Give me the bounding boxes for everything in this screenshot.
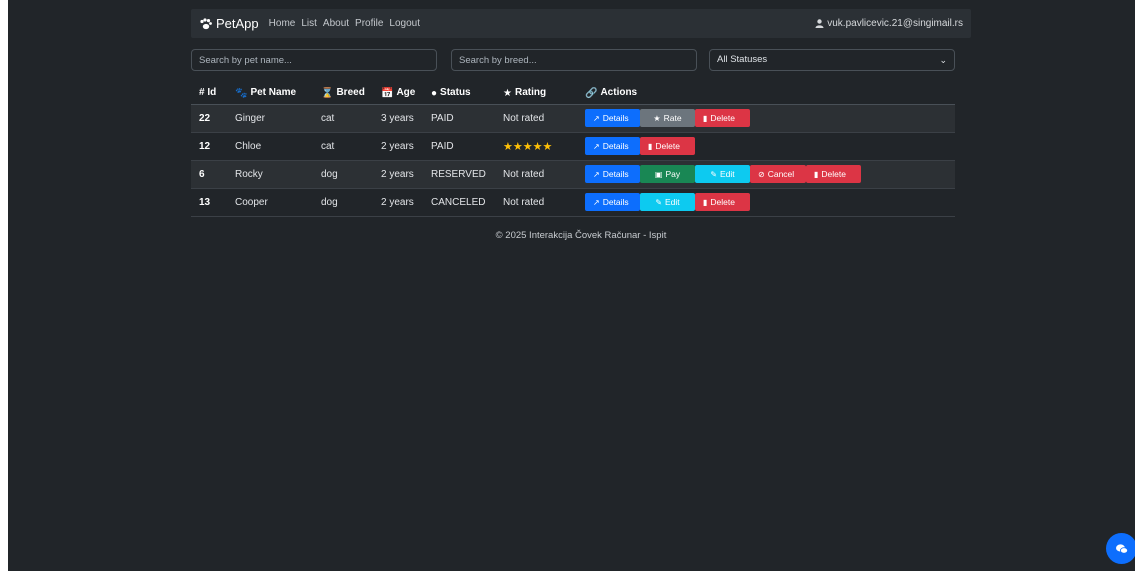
table-row: 13 Cooper dog 2 years CANCELED Not rated…: [191, 188, 955, 217]
breed-search-input[interactable]: [451, 49, 697, 71]
cell-id: 6: [191, 160, 227, 189]
cell-actions: ↗ Details ▮ Delete: [577, 132, 955, 161]
th-actions: 🔗 Actions: [577, 82, 955, 105]
cancel-button[interactable]: ⊘ Cancel: [750, 165, 806, 183]
external-link-icon: ↗: [593, 197, 600, 207]
details-button[interactable]: ↗ Details: [585, 137, 640, 155]
delete-button[interactable]: ▮ Delete: [695, 193, 750, 211]
hourglass-icon: ⌛: [321, 87, 334, 99]
cell-breed: cat: [313, 104, 373, 133]
table-row: 6 Rocky dog 2 years RESERVED Not rated ↗…: [191, 160, 955, 189]
user-icon: [815, 19, 824, 28]
cancel-icon: ⊘: [758, 169, 765, 179]
nav-about[interactable]: About: [323, 18, 349, 29]
trash-icon: ▮: [703, 197, 708, 207]
cell-status: RESERVED: [423, 160, 495, 189]
trash-icon: ▮: [703, 113, 708, 123]
chat-icon: [1115, 543, 1128, 554]
cell-breed: dog: [313, 160, 373, 189]
paw-icon: 🐾: [235, 87, 248, 99]
brand-name: PetApp: [216, 16, 259, 31]
page: PetApp Home List About Profile Logout vu…: [8, 0, 1135, 571]
cash-icon: ▣: [654, 169, 663, 179]
delete-button[interactable]: ▮ Delete: [640, 137, 695, 155]
cell-rating: Not rated: [495, 104, 577, 133]
cell-rating: Not rated: [495, 160, 577, 189]
chat-bubble-icon: ●: [431, 87, 438, 99]
nav-list[interactable]: List: [301, 18, 317, 29]
details-button[interactable]: ↗ Details: [585, 193, 640, 211]
nav-profile[interactable]: Profile: [355, 18, 383, 29]
user-menu[interactable]: vuk.pavlicevic.21@singimail.rs: [815, 18, 963, 29]
cell-rating: ★★★★★: [495, 132, 577, 161]
rate-button[interactable]: ★ Rate: [640, 109, 695, 127]
cell-actions: ↗ Details ✎ Edit ▮ Delete: [577, 188, 955, 217]
trash-icon: ▮: [814, 169, 819, 179]
delete-button[interactable]: ▮ Delete: [806, 165, 861, 183]
nav-home[interactable]: Home: [269, 18, 296, 29]
calendar-icon: 📅: [381, 87, 394, 99]
pay-button[interactable]: ▣ Pay: [640, 165, 695, 183]
cell-name: Ginger: [227, 104, 313, 133]
th-rating: ★ Rating: [495, 82, 577, 105]
delete-button[interactable]: ▮ Delete: [695, 109, 750, 127]
cell-actions: ↗ Details ★ Rate ▮ Delete: [577, 104, 955, 133]
details-button[interactable]: ↗ Details: [585, 165, 640, 183]
chevron-down-icon: ⌄: [939, 55, 947, 65]
cell-age: 3 years: [373, 104, 423, 133]
th-status: ● Status: [423, 82, 495, 105]
table-header-row: # Id 🐾 Pet Name ⌛ Breed 📅 Age ● Status ★ Rati…: [191, 82, 955, 105]
cell-id: 12: [191, 132, 227, 161]
edit-button[interactable]: ✎ Edit: [695, 165, 750, 183]
pet-name-search-input[interactable]: [191, 49, 437, 71]
navbar: PetApp Home List About Profile Logout vu…: [191, 9, 971, 38]
paw-icon: [200, 17, 212, 29]
filters: All Statuses ⌄: [191, 49, 955, 71]
table-row: 22 Ginger cat 3 years PAID Not rated ↗ De…: [191, 104, 955, 133]
th-breed: ⌛ Breed: [313, 82, 373, 105]
cell-age: 2 years: [373, 160, 423, 189]
star-icon: ★: [503, 87, 512, 99]
cell-id: 22: [191, 104, 227, 133]
brand[interactable]: PetApp: [199, 16, 259, 31]
edit-button[interactable]: ✎ Edit: [640, 193, 695, 211]
nav-logout[interactable]: Logout: [389, 18, 420, 29]
cell-name: Chloe: [227, 132, 313, 161]
chat-button[interactable]: [1106, 533, 1135, 564]
external-link-icon: ↗: [593, 113, 600, 123]
footer: © 2025 Interakcija Čovek Računar - Ispit: [495, 230, 667, 241]
cell-age: 2 years: [373, 132, 423, 161]
external-link-icon: ↗: [593, 169, 600, 179]
edit-icon: ✎: [655, 197, 663, 207]
table-row: 12 Chloe cat 2 years PAID ★★★★★ ↗ Details…: [191, 132, 955, 161]
cell-name: Rocky: [227, 160, 313, 189]
th-age: 📅 Age: [373, 82, 423, 105]
cell-status: CANCELED: [423, 188, 495, 217]
pets-table: # Id 🐾 Pet Name ⌛ Breed 📅 Age ● Status ★ Rati…: [191, 82, 955, 217]
details-button[interactable]: ↗ Details: [585, 109, 640, 127]
cell-breed: cat: [313, 132, 373, 161]
th-id: # Id: [191, 82, 227, 105]
cell-age: 2 years: [373, 188, 423, 217]
th-pet-name: 🐾 Pet Name: [227, 82, 313, 105]
star-icon: ★: [653, 113, 661, 123]
cell-rating: Not rated: [495, 188, 577, 217]
cell-actions: ↗ Details ▣ Pay ✎ Edit ⊘ Cancel ▮ Delete: [577, 160, 955, 189]
status-select[interactable]: All Statuses ⌄: [709, 49, 955, 71]
external-link-icon: ↗: [593, 141, 600, 151]
star-rating: ★★★★★: [503, 140, 553, 153]
cell-status: PAID: [423, 132, 495, 161]
edit-icon: ✎: [710, 169, 718, 179]
cell-name: Cooper: [227, 188, 313, 217]
cell-breed: dog: [313, 188, 373, 217]
cell-id: 13: [191, 188, 227, 217]
cell-status: PAID: [423, 104, 495, 133]
user-email: vuk.pavlicevic.21@singimail.rs: [827, 18, 963, 29]
status-select-value: All Statuses: [717, 54, 768, 65]
link-icon: 🔗: [585, 87, 598, 99]
trash-icon: ▮: [648, 141, 653, 151]
